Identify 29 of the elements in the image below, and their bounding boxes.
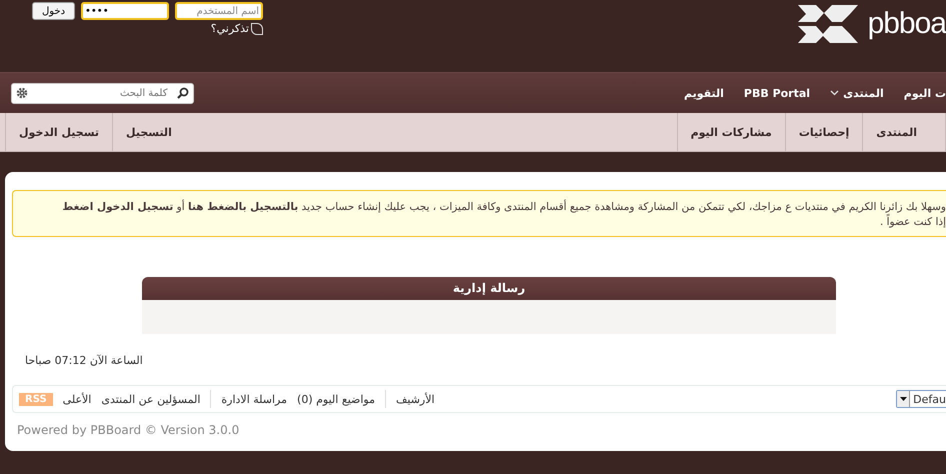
password-field[interactable]: •••• <box>81 2 169 20</box>
powered-by-text: Powered by PBBoard © Version 3.0.0 <box>17 423 240 437</box>
footer-link[interactable]: المسؤلين عن المنتدى <box>101 392 200 406</box>
username-field[interactable]: اسم المستخدم <box>175 2 263 20</box>
guest-notice: وسهلا بك زائرنا الكريم في منتديات ع مزاجك، لكي تتمكن من المشاركة ومشاهدة جميع أقسام المنتدى وكافة الميزات ، يجب عليك إنشاء حساب جديد بالتسجيل بالضغط هنا أو تسجيل الدخول اضغط إذا كنت عضواً . <box>12 190 946 237</box>
footer-link[interactable]: مواضيع اليوم (0) <box>297 392 375 406</box>
current-time: الساعة الآن 07:12 صباحا <box>25 354 143 367</box>
settings-icon[interactable] <box>16 87 28 99</box>
footer-link[interactable]: الأرشيف <box>396 392 435 406</box>
remember-me-label: تذكرني؟ <box>210 22 249 35</box>
subnav-link[interactable]: المنتدى <box>862 113 930 151</box>
remember-me-checkbox[interactable] <box>251 22 263 34</box>
search-icon[interactable] <box>177 87 189 99</box>
search-box[interactable]: كلمة البحث <box>11 82 194 104</box>
admin-message-title: رسالة إدارية <box>142 277 836 300</box>
nav-link[interactable]: ت اليوم <box>904 86 946 100</box>
footer-link[interactable]: مراسلة الادارة <box>221 392 288 406</box>
nav-link[interactable]: المنتدى <box>830 86 884 100</box>
nav-link[interactable]: التقويم <box>684 86 724 100</box>
subnav-link[interactable]: التسجيل <box>112 113 185 151</box>
subnav-link[interactable]: تسجيل الدخول <box>5 113 112 151</box>
nav-link[interactable]: PBB Portal <box>744 86 810 100</box>
footer-link[interactable]: الأعلى <box>62 392 92 406</box>
caret-icon <box>900 397 907 401</box>
style-select[interactable]: Defau <box>896 390 946 408</box>
logo-text: pbboa <box>868 6 946 42</box>
login-button[interactable]: دخول <box>32 2 75 20</box>
subnav-link[interactable]: إحصائيات <box>784 113 862 151</box>
subnav-link[interactable]: مشاركات اليوم <box>676 113 785 151</box>
